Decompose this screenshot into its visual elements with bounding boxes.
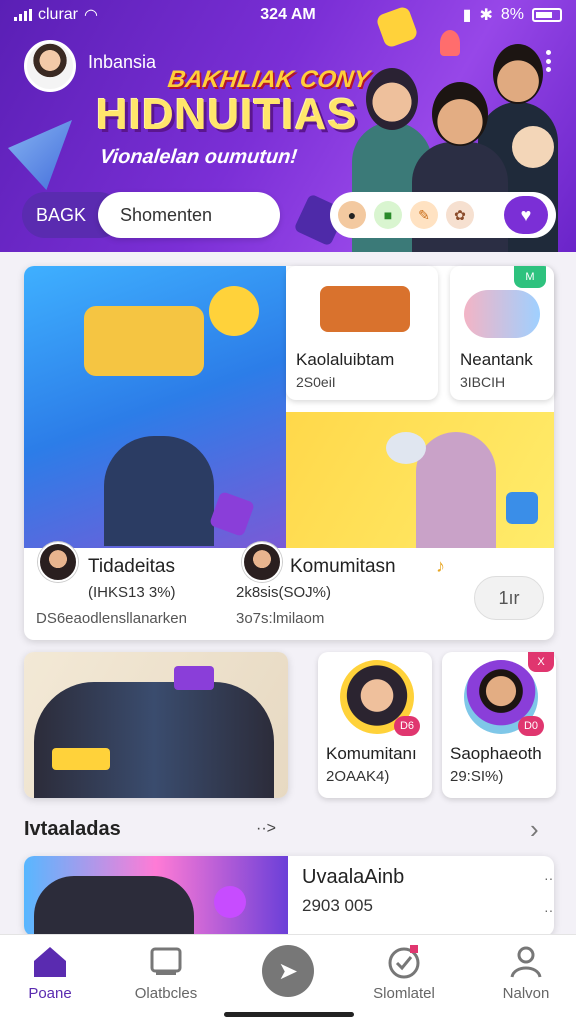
see-more-link[interactable]: ··> (256, 820, 276, 838)
mini-card-meta: 2S0eiI (296, 374, 336, 390)
category-chip-strip[interactable]: ● ■ ✎ ✿ ♥ (330, 192, 556, 238)
sun-mascot-icon (209, 286, 259, 336)
community-meta: 29:SI%) (450, 768, 504, 785)
play-icon (506, 492, 538, 524)
chip-toy-icon[interactable]: ✿ (446, 201, 474, 229)
user-avatar[interactable] (24, 40, 76, 92)
hero-subtitle: Vionalelan oumutun! (98, 146, 299, 168)
community-card-1[interactable]: D6 Komumitanı 2OAAK4) (318, 652, 432, 798)
home-icon (34, 947, 66, 977)
signal-icon (14, 9, 32, 21)
decor-shape (8, 120, 72, 190)
battery-icon (532, 8, 562, 22)
item-meta-right: 2k8sis(SOJ%) (236, 584, 332, 601)
sticker-icon (174, 666, 214, 690)
featured-illustration-right (286, 412, 554, 548)
more-menu-icon[interactable] (540, 50, 556, 72)
carrier-name: clurar (38, 6, 79, 23)
mini-card-meta: 3IBCIH (460, 374, 506, 390)
play-cube-icon (208, 490, 256, 538)
mini-card-kids[interactable]: M Neantank 3IBCIH (450, 266, 554, 400)
status-bar: clurar ◠ 324 AM ▮ ✱ 8% (0, 0, 576, 30)
chevron-right-icon[interactable]: › (530, 814, 539, 845)
mini-card-truck[interactable]: Kaolaluibtam 2S0eiI (286, 266, 438, 400)
nav-label: Olatbcles (134, 985, 198, 1002)
search-input[interactable]: Shomenten (98, 192, 280, 238)
count-badge: D0 (518, 716, 544, 736)
feed-meta: 2903 005 (302, 896, 373, 915)
group-photo (34, 682, 274, 798)
nav-label: Poane (28, 985, 72, 1002)
community-card-2[interactable]: X D0 Saophaeoth 29:SI%) (442, 652, 556, 798)
gallery-icon (150, 947, 182, 975)
toy-bus-icon (84, 306, 204, 376)
nav-compose-button[interactable]: ➤ (262, 945, 314, 997)
play-button[interactable]: 1ır (474, 576, 544, 620)
nav-profile[interactable]: Nalvon (476, 943, 576, 1002)
item-meta-left: (IHKS13 3%) (88, 584, 176, 601)
user-name: Inbansia (88, 52, 157, 72)
family-figure (104, 436, 214, 546)
music-note-icon: ♪ (436, 556, 445, 576)
count-badge: D6 (394, 716, 420, 736)
signal-strength-icon: ▮ (462, 7, 472, 24)
featured-illustration-left (24, 266, 286, 548)
community-title: Saophaeoth (450, 744, 542, 763)
girl-figure (416, 432, 496, 548)
nav-articles[interactable]: Olatbcles (116, 943, 216, 1002)
chip-heart-icon[interactable]: ♥ (504, 196, 548, 234)
community-photo-card[interactable] (24, 652, 288, 798)
new-tag: M (514, 266, 546, 288)
more-icon[interactable]: ·· (544, 870, 553, 886)
group-photo (34, 876, 194, 936)
item-title-left[interactable]: Tidadeitas (88, 556, 175, 578)
community-title: Komumitanı (326, 744, 417, 763)
nav-activity[interactable]: Slomlatel (354, 943, 454, 1002)
kids-icon (464, 290, 540, 338)
feed-card[interactable]: UvaalaAinb 2903 005 ·· ·· (24, 856, 554, 936)
battery-percent: 8% (500, 6, 524, 23)
doll-icon (512, 126, 554, 168)
item-desc-left: DS6eaodlensllanarken (36, 610, 187, 627)
section-title: Ivtaaladas (24, 818, 121, 840)
bottom-nav: Poane Olatbcles ➤ Slomlatel Nalvon (0, 934, 576, 1024)
nav-label: Nalvon (502, 985, 550, 1002)
item-desc-right: 3o7s:lmilaom (236, 610, 325, 627)
home-indicator (224, 1012, 354, 1017)
more-icon[interactable]: ·· (544, 902, 553, 918)
community-meta: 2OAAK4) (326, 768, 390, 785)
chip-car-icon[interactable]: ■ (374, 201, 402, 229)
hero-title: HIDNUITIAS (96, 90, 358, 139)
creator-avatar[interactable] (242, 542, 282, 582)
mini-card-title: Neantank (460, 350, 533, 369)
robot-icon (386, 432, 426, 464)
send-icon: ➤ (277, 957, 299, 985)
feed-thumbnail (24, 856, 288, 936)
sticker-icon (52, 748, 110, 770)
bluetooth-icon: ✱ (479, 7, 493, 24)
chip-tools-icon[interactable]: ✎ (410, 201, 438, 229)
creator-avatar[interactable] (38, 542, 78, 582)
nav-label: Slomlatel (373, 985, 435, 1002)
tag-badge: X (528, 652, 554, 672)
feed-title: UvaalaAinb (302, 866, 405, 888)
chip-face-icon[interactable]: ● (338, 201, 366, 229)
balloon-icon (214, 886, 246, 918)
nav-home[interactable]: Poane (0, 943, 100, 1002)
mini-card-title: Kaolaluibtam (296, 350, 395, 369)
shield-check-icon (388, 945, 420, 979)
wifi-icon: ◠ (84, 7, 98, 24)
truck-icon (320, 286, 410, 332)
item-title-right[interactable]: Komumitasn (290, 556, 396, 578)
profile-icon (510, 946, 542, 978)
